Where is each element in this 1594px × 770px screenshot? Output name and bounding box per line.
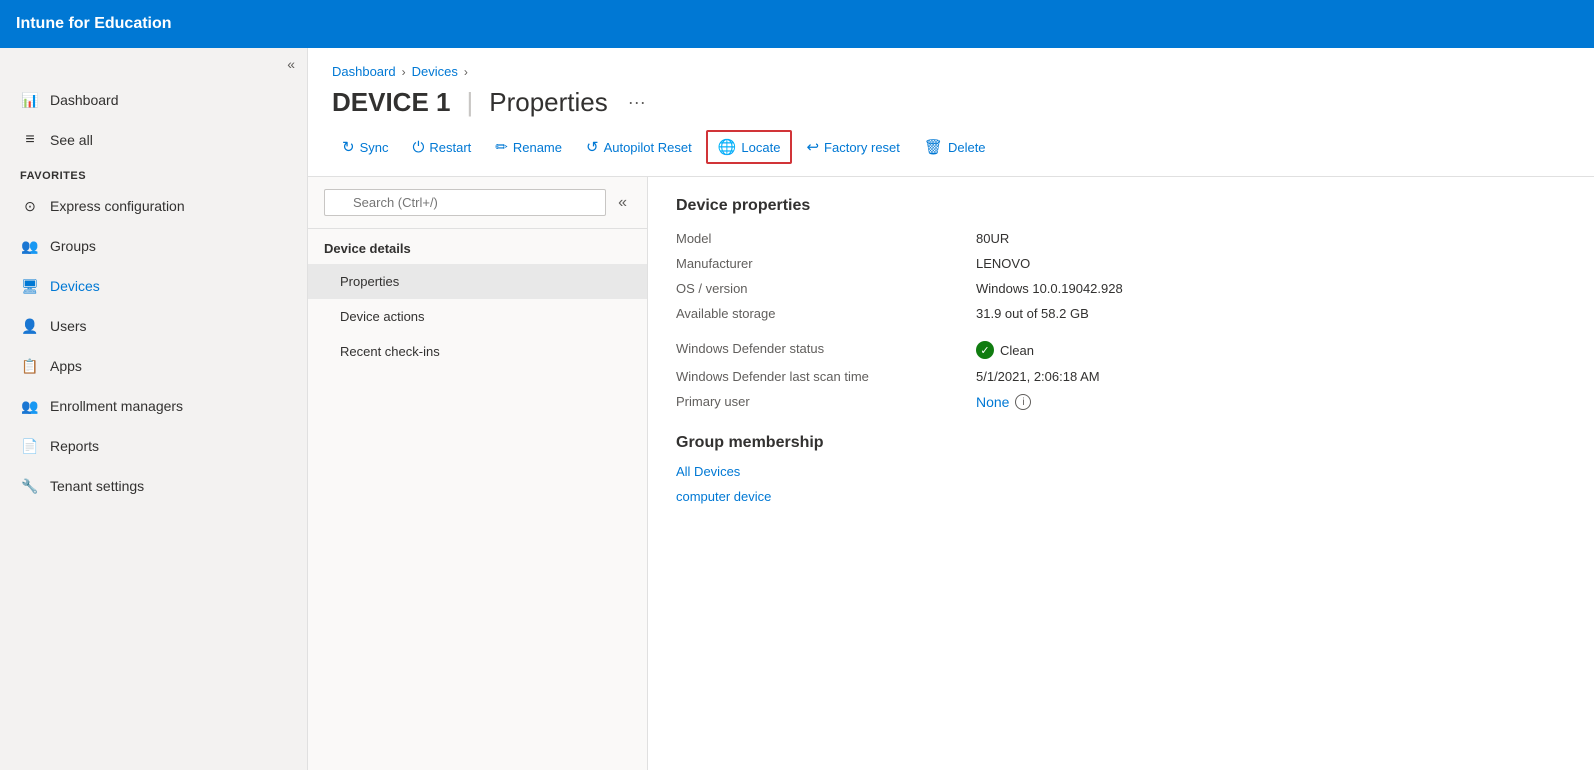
manufacturer-value: LENOVO (976, 256, 1566, 271)
content-area: Dashboard › Devices › DEVICE 1 | Propert… (308, 48, 1594, 770)
nav-item-properties[interactable]: Properties (308, 264, 647, 299)
os-version-label: OS / version (676, 281, 956, 296)
sidebar-item-devices[interactable]: 🖥 Devices (0, 266, 307, 306)
sidebar: « 📊 Dashboard ≡ See all FAVORITES ⊙ Expr… (0, 48, 308, 770)
search-bar-area: 🔍 « (308, 177, 647, 229)
nav-item-device-actions[interactable]: Device actions (308, 299, 647, 334)
delete-icon: 🗑 (924, 138, 943, 156)
tenant-settings-icon: 🔧 (20, 476, 40, 496)
model-value: 80UR (976, 231, 1566, 246)
enrollment-icon: 👥 (20, 396, 40, 416)
topbar: Intune for Education (0, 0, 1594, 48)
dashboard-icon: 📊 (20, 90, 40, 110)
storage-label: Available storage (676, 306, 956, 321)
breadcrumb: Dashboard › Devices › (308, 48, 1594, 83)
breadcrumb-dashboard[interactable]: Dashboard (332, 64, 396, 79)
primary-user-link[interactable]: None (976, 394, 1009, 410)
storage-value: 31.9 out of 58.2 GB (976, 306, 1566, 321)
device-details-section-label: Device details (308, 229, 647, 264)
group-computer-device-link[interactable]: computer device (676, 489, 1566, 504)
sidebar-item-enrollment-managers[interactable]: 👥 Enrollment managers (0, 386, 307, 426)
nav-item-recent-check-ins[interactable]: Recent check-ins (308, 334, 647, 369)
primary-user-info-icon[interactable]: i (1015, 394, 1031, 410)
properties-grid: Model 80UR Manufacturer LENOVO OS / vers… (676, 231, 1566, 410)
list-icon: ≡ (20, 130, 40, 150)
sidebar-item-reports[interactable]: 📄 Reports (0, 426, 307, 466)
device-properties-title: Device properties (676, 197, 1566, 215)
right-detail-panel: Device properties Model 80UR Manufacture… (648, 177, 1594, 770)
defender-scan-label: Windows Defender last scan time (676, 369, 956, 384)
primary-user-label: Primary user (676, 394, 956, 410)
page-header: DEVICE 1 | Properties ··· (308, 83, 1594, 130)
factory-reset-button[interactable]: ↩ Factory reset (796, 132, 909, 162)
search-input[interactable] (324, 189, 606, 216)
restart-icon: ⏻ (412, 139, 424, 156)
factory-reset-icon: ↩ (806, 138, 819, 156)
os-version-value: Windows 10.0.19042.928 (976, 281, 1566, 296)
sidebar-item-dashboard[interactable]: 📊 Dashboard (0, 80, 307, 120)
sidebar-item-see-all[interactable]: ≡ See all (0, 120, 307, 160)
left-panel-collapse-btn[interactable]: « (614, 190, 631, 216)
sidebar-item-express-config[interactable]: ⊙ Express configuration (0, 186, 307, 226)
app-title: Intune for Education (16, 15, 172, 33)
header-divider: | (467, 87, 474, 118)
autopilot-reset-button[interactable]: ↺ Autopilot Reset (576, 132, 702, 162)
more-options-btn[interactable]: ··· (628, 92, 646, 113)
page-section-label: Properties (489, 87, 608, 118)
defender-scan-value: 5/1/2021, 2:06:18 AM (976, 369, 1566, 384)
model-label: Model (676, 231, 956, 246)
primary-user-value-row: None i (976, 394, 1566, 410)
breadcrumb-sep-1: › (402, 65, 406, 79)
favorites-section-label: FAVORITES (0, 160, 307, 186)
sync-button[interactable]: ↻ Sync (332, 132, 398, 162)
rename-button[interactable]: ✏ Rename (485, 132, 572, 162)
manufacturer-label: Manufacturer (676, 256, 956, 271)
users-icon: 👤 (20, 316, 40, 336)
sidebar-item-groups[interactable]: 👥 Groups (0, 226, 307, 266)
two-panel-layout: 🔍 « Device details Properties Device act… (308, 177, 1594, 770)
restart-button[interactable]: ⏻ Restart (402, 133, 481, 162)
locate-icon: 🌐 (718, 138, 737, 156)
autopilot-reset-icon: ↺ (586, 138, 599, 156)
express-config-icon: ⊙ (20, 196, 40, 216)
action-toolbar: ↻ Sync ⏻ Restart ✏ Rename ↺ Autopilot Re… (308, 130, 1594, 177)
sidebar-item-apps[interactable]: 📋 Apps (0, 346, 307, 386)
defender-status-value: ✓ Clean (976, 341, 1566, 359)
group-membership-title: Group membership (676, 434, 1566, 452)
rename-icon: ✏ (495, 138, 508, 156)
sync-icon: ↻ (342, 138, 355, 156)
sidebar-item-users[interactable]: 👤 Users (0, 306, 307, 346)
locate-button[interactable]: 🌐 Locate (706, 130, 793, 164)
device-name: DEVICE 1 (332, 87, 451, 118)
sidebar-item-tenant-settings[interactable]: 🔧 Tenant settings (0, 466, 307, 506)
reports-icon: 📄 (20, 436, 40, 456)
search-wrapper: 🔍 (324, 189, 606, 216)
sidebar-collapse-btn[interactable]: « (287, 56, 295, 72)
breadcrumb-devices[interactable]: Devices (412, 64, 458, 79)
group-all-devices-link[interactable]: All Devices (676, 464, 1566, 479)
defender-status-label: Windows Defender status (676, 341, 956, 359)
devices-icon: 🖥 (20, 276, 40, 296)
delete-button[interactable]: 🗑 Delete (914, 132, 996, 162)
apps-icon: 📋 (20, 356, 40, 376)
defender-clean-icon: ✓ (976, 341, 994, 359)
left-nav-panel: 🔍 « Device details Properties Device act… (308, 177, 648, 770)
groups-icon: 👥 (20, 236, 40, 256)
breadcrumb-sep-2: › (464, 65, 468, 79)
